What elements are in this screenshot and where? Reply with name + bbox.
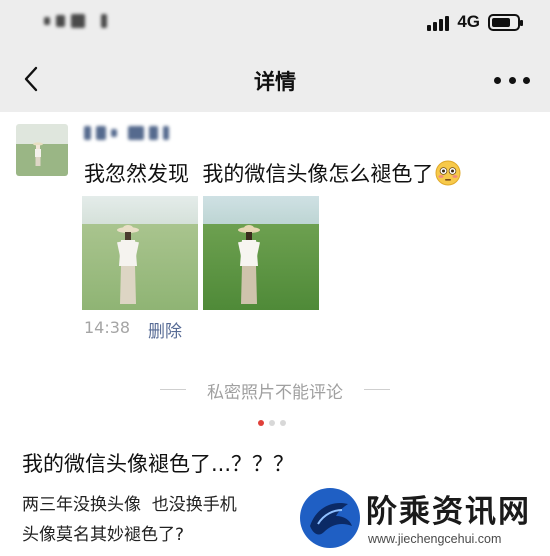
avatar[interactable]	[16, 124, 68, 176]
nav-bar: 详情	[0, 48, 550, 112]
ellipsis-icon	[494, 76, 501, 84]
battery-icon	[488, 13, 523, 31]
post-time: 14:38	[84, 318, 131, 337]
signal-icon	[427, 13, 450, 31]
carrier-blurred	[44, 14, 107, 28]
status-bar: 4G	[0, 0, 550, 48]
battery-level	[492, 17, 510, 27]
article-line: 两三年没换头像 也没换手机	[22, 495, 237, 515]
page-dot	[258, 420, 264, 426]
page-title: 详情	[254, 70, 296, 94]
watermark-url: www.jiechengcehui.com	[368, 532, 502, 546]
network-type: 4G	[457, 12, 480, 31]
article-body: 两三年没换头像 也没换手机 头像莫名其妙褪色了?	[22, 490, 237, 550]
watermark-logo	[300, 488, 360, 548]
flushed-face-emoji	[435, 160, 461, 186]
site-watermark: 阶乘资讯网 www.jiechengcehui.com	[298, 484, 550, 556]
article-title: 我的微信头像褪色了...？？？	[22, 452, 295, 476]
post-photo-vivid[interactable]	[203, 196, 319, 310]
watermark-title: 阶乘资讯网	[366, 494, 531, 530]
divider-right	[364, 389, 390, 390]
private-photo-note: 私密照片不能评论	[207, 383, 343, 403]
post-photo-faded[interactable]	[82, 196, 198, 310]
page-indicator	[258, 420, 286, 426]
article-line: 头像莫名其妙褪色了?	[22, 525, 185, 545]
username-blurred[interactable]	[84, 126, 169, 140]
page-dot	[280, 420, 286, 426]
more-button[interactable]	[494, 70, 530, 90]
delete-link[interactable]: 删除	[148, 317, 182, 342]
post-text: 我忽然发现 我的微信头像怎么褪色了	[84, 158, 461, 188]
page-dot	[269, 420, 275, 426]
post-text-content: 我忽然发现 我的微信头像怎么褪色了	[84, 162, 434, 186]
